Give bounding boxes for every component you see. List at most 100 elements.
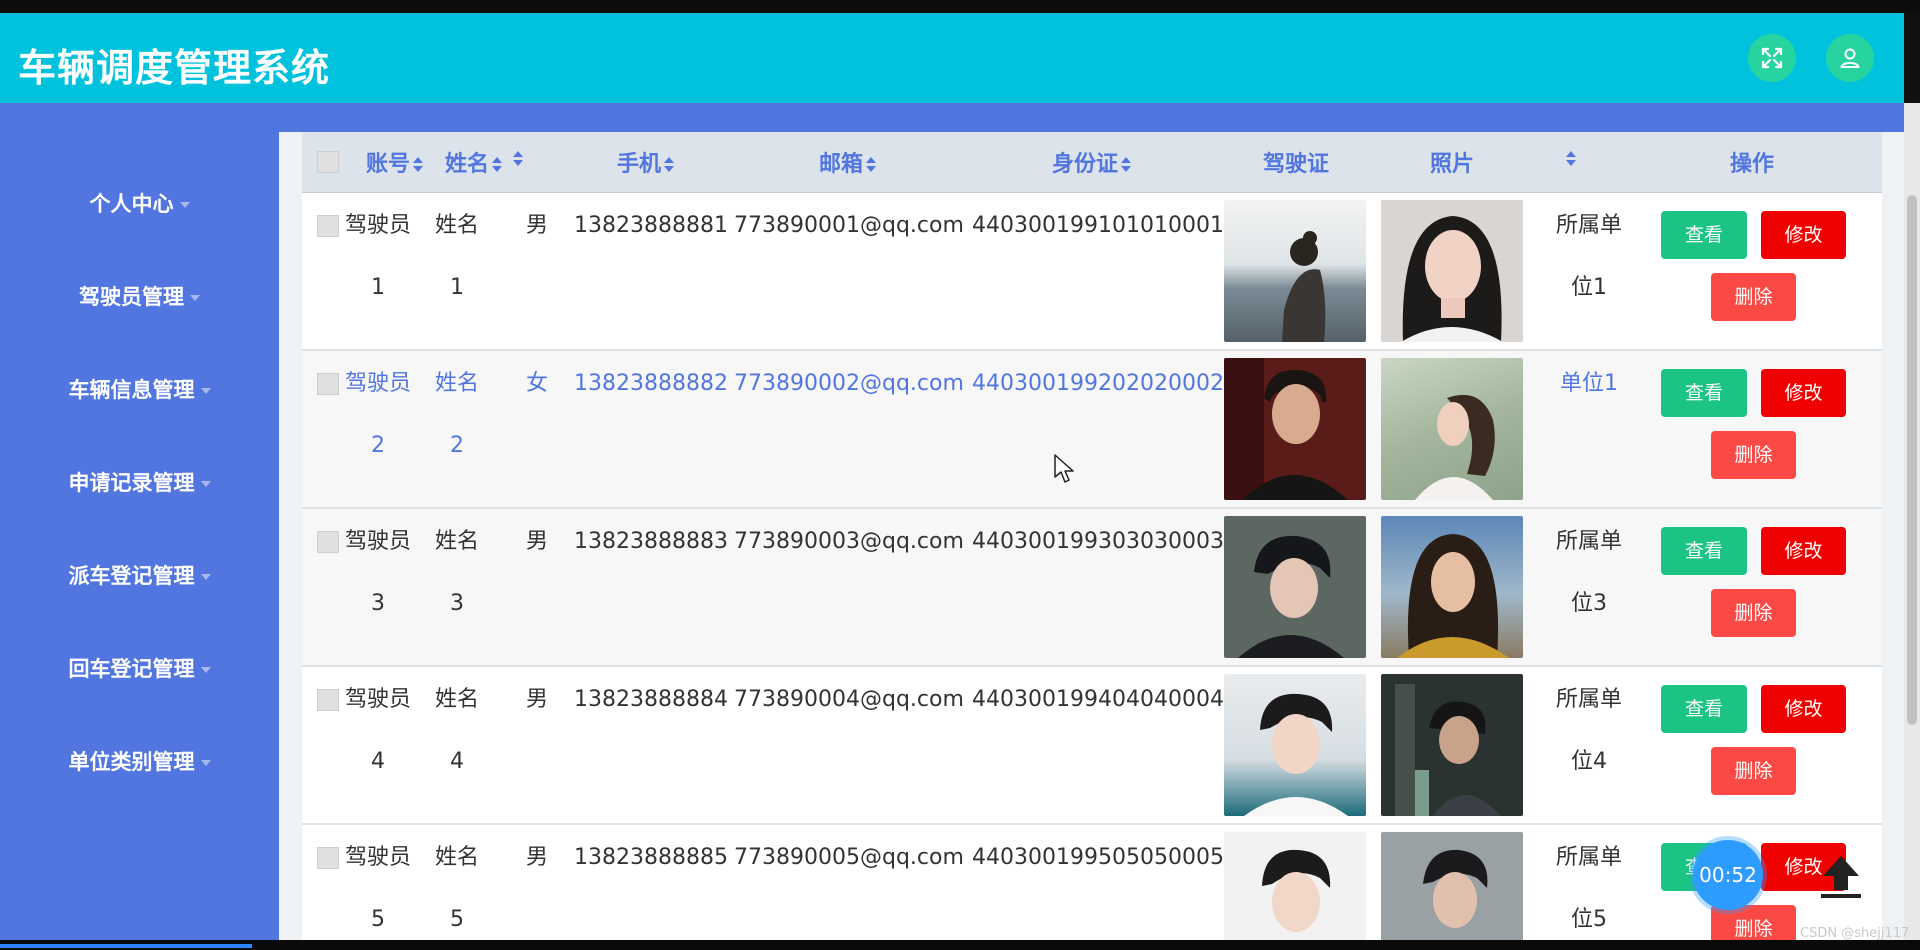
- sidebar-item-application-records[interactable]: 申请记录管理: [0, 467, 279, 497]
- row-checkbox[interactable]: [317, 689, 339, 711]
- cell-phone: 13823888881: [574, 213, 728, 238]
- edit-button[interactable]: 修改: [1761, 211, 1846, 259]
- license-image[interactable]: [1224, 516, 1366, 658]
- sidebar-item-label: 派车登记管理: [68, 564, 195, 588]
- sort-icon: [412, 157, 424, 173]
- cell-account: 驾驶员 3: [344, 529, 411, 616]
- photo-image[interactable]: [1381, 200, 1523, 342]
- chevron-down-icon: [200, 481, 211, 487]
- column-header-email[interactable]: 邮箱: [819, 146, 877, 178]
- watermark: CSDN @shejj117: [1800, 926, 1910, 941]
- scrollbar-thumb[interactable]: [1907, 195, 1917, 725]
- sidebar-item-label: 车辆信息管理: [68, 378, 195, 402]
- column-header-name[interactable]: 姓名: [445, 146, 503, 178]
- column-header-unit[interactable]: [1563, 146, 1577, 171]
- column-header-id-card[interactable]: 身份证: [1052, 146, 1132, 178]
- sidebar-item-return-registration[interactable]: 回车登记管理: [0, 653, 279, 683]
- license-image[interactable]: [1224, 200, 1366, 342]
- cell-phone: 13823888885: [574, 845, 728, 870]
- sidebar-item-driver-management[interactable]: 驾驶员管理: [0, 281, 279, 311]
- mouse-cursor-icon: [1054, 454, 1076, 484]
- column-header-actions: 操作: [1730, 152, 1775, 177]
- cell-email: 773890003@qq.com: [734, 529, 964, 554]
- chevron-down-icon: [200, 388, 211, 394]
- license-image[interactable]: [1224, 674, 1366, 816]
- sidebar-item-unit-category[interactable]: 单位类别管理: [0, 746, 279, 776]
- cell-gender: 男: [526, 213, 549, 238]
- user-button[interactable]: [1826, 34, 1874, 82]
- cell-email: 773890002@qq.com: [734, 371, 964, 396]
- row-checkbox[interactable]: [317, 531, 339, 553]
- sidebar-item-label: 驾驶员管理: [79, 285, 184, 309]
- cell-id-card: 440300199202020002: [972, 371, 1224, 396]
- edit-button[interactable]: 修改: [1761, 685, 1846, 733]
- sidebar: 个人中心 驾驶员管理 车辆信息管理 申请记录管理 派车登记管理 回车登记管理 单…: [0, 132, 279, 940]
- column-header-phone[interactable]: 手机: [617, 146, 675, 178]
- user-icon: [1840, 48, 1860, 68]
- cell-gender: 男: [526, 845, 549, 870]
- chevron-down-icon: [200, 574, 211, 580]
- delete-button[interactable]: 删除: [1711, 273, 1796, 321]
- row-checkbox[interactable]: [317, 847, 339, 869]
- cell-account: 驾驶员 1: [344, 213, 411, 300]
- cell-email: 773890001@qq.com: [734, 213, 964, 238]
- chevron-down-icon: [200, 760, 211, 766]
- cell-account: 驾驶员 2: [344, 371, 411, 458]
- cell-email: 773890005@qq.com: [734, 845, 964, 870]
- photo-image[interactable]: [1381, 358, 1523, 500]
- edit-button[interactable]: 修改: [1761, 527, 1846, 575]
- window-top-edge: [0, 0, 1920, 13]
- column-header-gender[interactable]: [510, 146, 524, 171]
- recording-timer: 00:52: [1693, 840, 1763, 910]
- delete-button[interactable]: 删除: [1711, 431, 1796, 479]
- cell-phone: 13823888883: [574, 529, 728, 554]
- cell-gender: 女: [526, 371, 549, 396]
- back-to-top-button[interactable]: [1815, 850, 1867, 902]
- sidebar-item-dispatch-registration[interactable]: 派车登记管理: [0, 560, 279, 590]
- sort-icon: [512, 151, 524, 167]
- view-button[interactable]: 查看: [1661, 685, 1747, 733]
- fullscreen-button[interactable]: [1748, 34, 1796, 82]
- app-title: 车辆调度管理系统: [18, 46, 331, 90]
- chevron-down-icon: [200, 667, 211, 673]
- select-all-checkbox[interactable]: [317, 151, 339, 173]
- cell-unit: 单位1: [1560, 371, 1618, 396]
- cell-id-card: 440300199101010001: [972, 213, 1224, 238]
- video-progress-bar: [0, 940, 1920, 950]
- cell-gender: 男: [526, 529, 549, 554]
- view-button[interactable]: 查看: [1661, 211, 1747, 259]
- sidebar-item-vehicle-info[interactable]: 车辆信息管理: [0, 374, 279, 404]
- sort-icon: [1120, 157, 1132, 173]
- photo-image[interactable]: [1381, 674, 1523, 816]
- view-button[interactable]: 查看: [1661, 369, 1747, 417]
- column-header-account[interactable]: 账号: [366, 146, 424, 178]
- delete-button[interactable]: 删除: [1711, 589, 1796, 637]
- sidebar-item-personal-center[interactable]: 个人中心: [0, 188, 279, 218]
- cell-name: 姓名 4: [434, 687, 479, 774]
- cell-account: 驾驶员 5: [344, 845, 411, 932]
- photo-image[interactable]: [1381, 516, 1523, 658]
- table-row: 驾驶员 4 姓名 4 男 13823888884 773890004@qq.com …: [302, 667, 1882, 825]
- photo-image[interactable]: [1381, 832, 1523, 940]
- cell-name: 姓名 3: [434, 529, 479, 616]
- delete-button[interactable]: 删除: [1711, 905, 1796, 940]
- cell-phone: 13823888884: [574, 687, 728, 712]
- cell-unit: 所属单 位3: [1555, 529, 1622, 616]
- license-image[interactable]: [1224, 832, 1366, 940]
- cell-id-card: 440300199303030003: [972, 529, 1224, 554]
- chevron-down-icon: [179, 202, 190, 208]
- sort-icon: [491, 157, 503, 173]
- cell-id-card: 440300199505050005: [972, 845, 1224, 870]
- table-row: 驾驶员 3 姓名 3 男 13823888883 773890003@qq.com …: [302, 509, 1882, 667]
- row-checkbox[interactable]: [317, 373, 339, 395]
- row-checkbox[interactable]: [317, 215, 339, 237]
- cell-name: 姓名 2: [434, 371, 479, 458]
- table-row: 驾驶员 5 姓名 5 男 13823888885 773890005@qq.com …: [302, 825, 1882, 940]
- license-image[interactable]: [1224, 358, 1366, 500]
- cell-email: 773890004@qq.com: [734, 687, 964, 712]
- edit-button[interactable]: 修改: [1761, 369, 1846, 417]
- delete-button[interactable]: 删除: [1711, 747, 1796, 795]
- table-row: 驾驶员 2 姓名 2 女 13823888882 773890002@qq.com …: [302, 351, 1882, 509]
- view-button[interactable]: 查看: [1661, 527, 1747, 575]
- column-header-license: 驾驶证: [1263, 152, 1330, 177]
